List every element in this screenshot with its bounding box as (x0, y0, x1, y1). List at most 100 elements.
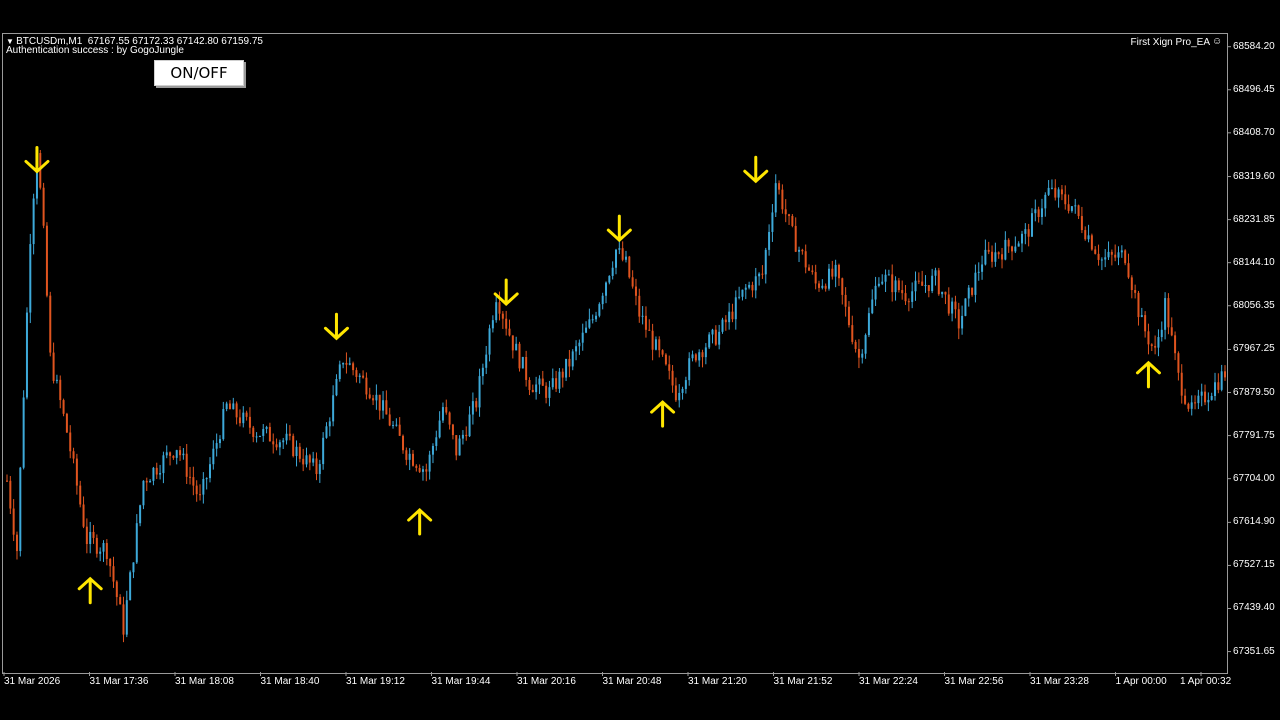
candle-bull (874, 285, 877, 300)
candle-bull (688, 358, 691, 381)
candle-bear (115, 581, 118, 598)
candle-bear (1001, 254, 1004, 260)
y-tick-label: 68496.45 (1233, 83, 1275, 95)
candle-bear (724, 319, 727, 323)
candle-bear (105, 543, 108, 559)
x-tick-label: 31 Mar 21:52 (773, 676, 833, 687)
candle-bull (967, 287, 970, 299)
candle-bull (19, 467, 22, 552)
on-off-button[interactable]: ON/OFF (154, 60, 244, 86)
candle-bear (308, 455, 311, 463)
candle-bear (268, 426, 271, 442)
candle-bear (561, 371, 564, 378)
candle-bull (588, 319, 591, 328)
candle-bear (907, 301, 910, 303)
candle-bear (1094, 249, 1097, 254)
x-tick-label: 31 Mar 22:24 (859, 676, 918, 687)
candle-bull (961, 315, 964, 329)
candle-bear (425, 469, 428, 472)
candle-bear (1150, 344, 1153, 346)
candle-bear (778, 183, 781, 190)
candle-bear (45, 225, 48, 296)
candle-bear (1090, 235, 1093, 250)
candle-bull (305, 455, 308, 465)
candle-bull (1030, 213, 1033, 237)
candle-bear (857, 348, 860, 358)
candle-bear (555, 378, 558, 389)
candle-bull (485, 354, 488, 368)
candle-bear (498, 302, 501, 314)
y-tick-label: 67967.25 (1233, 343, 1275, 355)
candle-bull (1040, 208, 1043, 218)
candle-bear (701, 352, 704, 358)
candle-bear (1067, 204, 1070, 211)
candle-bull (471, 401, 474, 415)
candle-bull (25, 312, 28, 398)
candle-bull (924, 285, 927, 287)
candle-bear (811, 270, 814, 273)
candle-bull (951, 301, 954, 314)
candle-bull (495, 302, 498, 321)
candle-bear (568, 358, 571, 367)
candle-bull (964, 298, 967, 316)
candle-bull (392, 425, 395, 427)
candle-bull (711, 329, 714, 335)
candle-bear (937, 270, 940, 295)
candle-bull (225, 403, 228, 410)
candle-bull (175, 450, 178, 458)
candle-bear (228, 403, 231, 410)
candle-bear (15, 534, 18, 552)
candle-bear (1037, 209, 1040, 218)
candle-bull (408, 453, 411, 460)
candle-bear (109, 558, 112, 567)
candle-bear (644, 315, 647, 330)
candle-bear (904, 293, 907, 302)
candle-bear (824, 285, 827, 289)
candle-bull (861, 353, 864, 358)
candle-bear (412, 453, 414, 466)
candle-bear (804, 251, 807, 268)
candle-bull (1157, 337, 1160, 348)
candle-bull (265, 426, 268, 429)
candle-bear (631, 277, 634, 287)
candle-bear (1054, 187, 1057, 198)
candle-bear (674, 385, 677, 401)
candle-bull (571, 351, 574, 367)
candle-bull (591, 319, 594, 321)
candle-bull (1190, 402, 1193, 409)
candle-bear (1187, 403, 1190, 409)
candle-bull (129, 572, 132, 601)
ea-name-label: First Xign Pro_EA (1130, 37, 1210, 48)
candle-bear (95, 537, 98, 554)
candle-bull (601, 295, 604, 305)
candle-bear (368, 394, 371, 399)
price-chart[interactable] (0, 0, 1280, 720)
candle-bull (1160, 329, 1163, 338)
candle-bull (1107, 251, 1110, 258)
candle-bull (887, 274, 890, 276)
candle-bear (298, 446, 301, 459)
candle-bull (1117, 252, 1120, 258)
candle-bear (837, 264, 840, 279)
candle-bull (1220, 371, 1223, 390)
candle-bull (821, 285, 824, 288)
candle-bull (911, 291, 914, 302)
y-tick-label: 67791.75 (1233, 429, 1275, 441)
candle-bear (388, 414, 391, 426)
buy-arrow-icon (77, 576, 103, 605)
y-tick-label: 68144.10 (1233, 256, 1275, 268)
smiley-icon[interactable]: ☺ (1212, 37, 1222, 47)
candle-bear (844, 294, 847, 307)
candle-bear (851, 325, 854, 342)
candle-bull (125, 600, 128, 635)
candle-bull (565, 358, 568, 378)
candle-bear (957, 309, 960, 329)
candle-bear (6, 480, 8, 482)
candle-bull (232, 403, 235, 410)
buy-arrow-icon (407, 508, 433, 536)
candle-bear (172, 455, 175, 458)
candle-bear (634, 286, 637, 296)
candle-bear (1124, 250, 1127, 264)
candle-bull (295, 446, 298, 457)
candle-bear (1127, 263, 1130, 278)
